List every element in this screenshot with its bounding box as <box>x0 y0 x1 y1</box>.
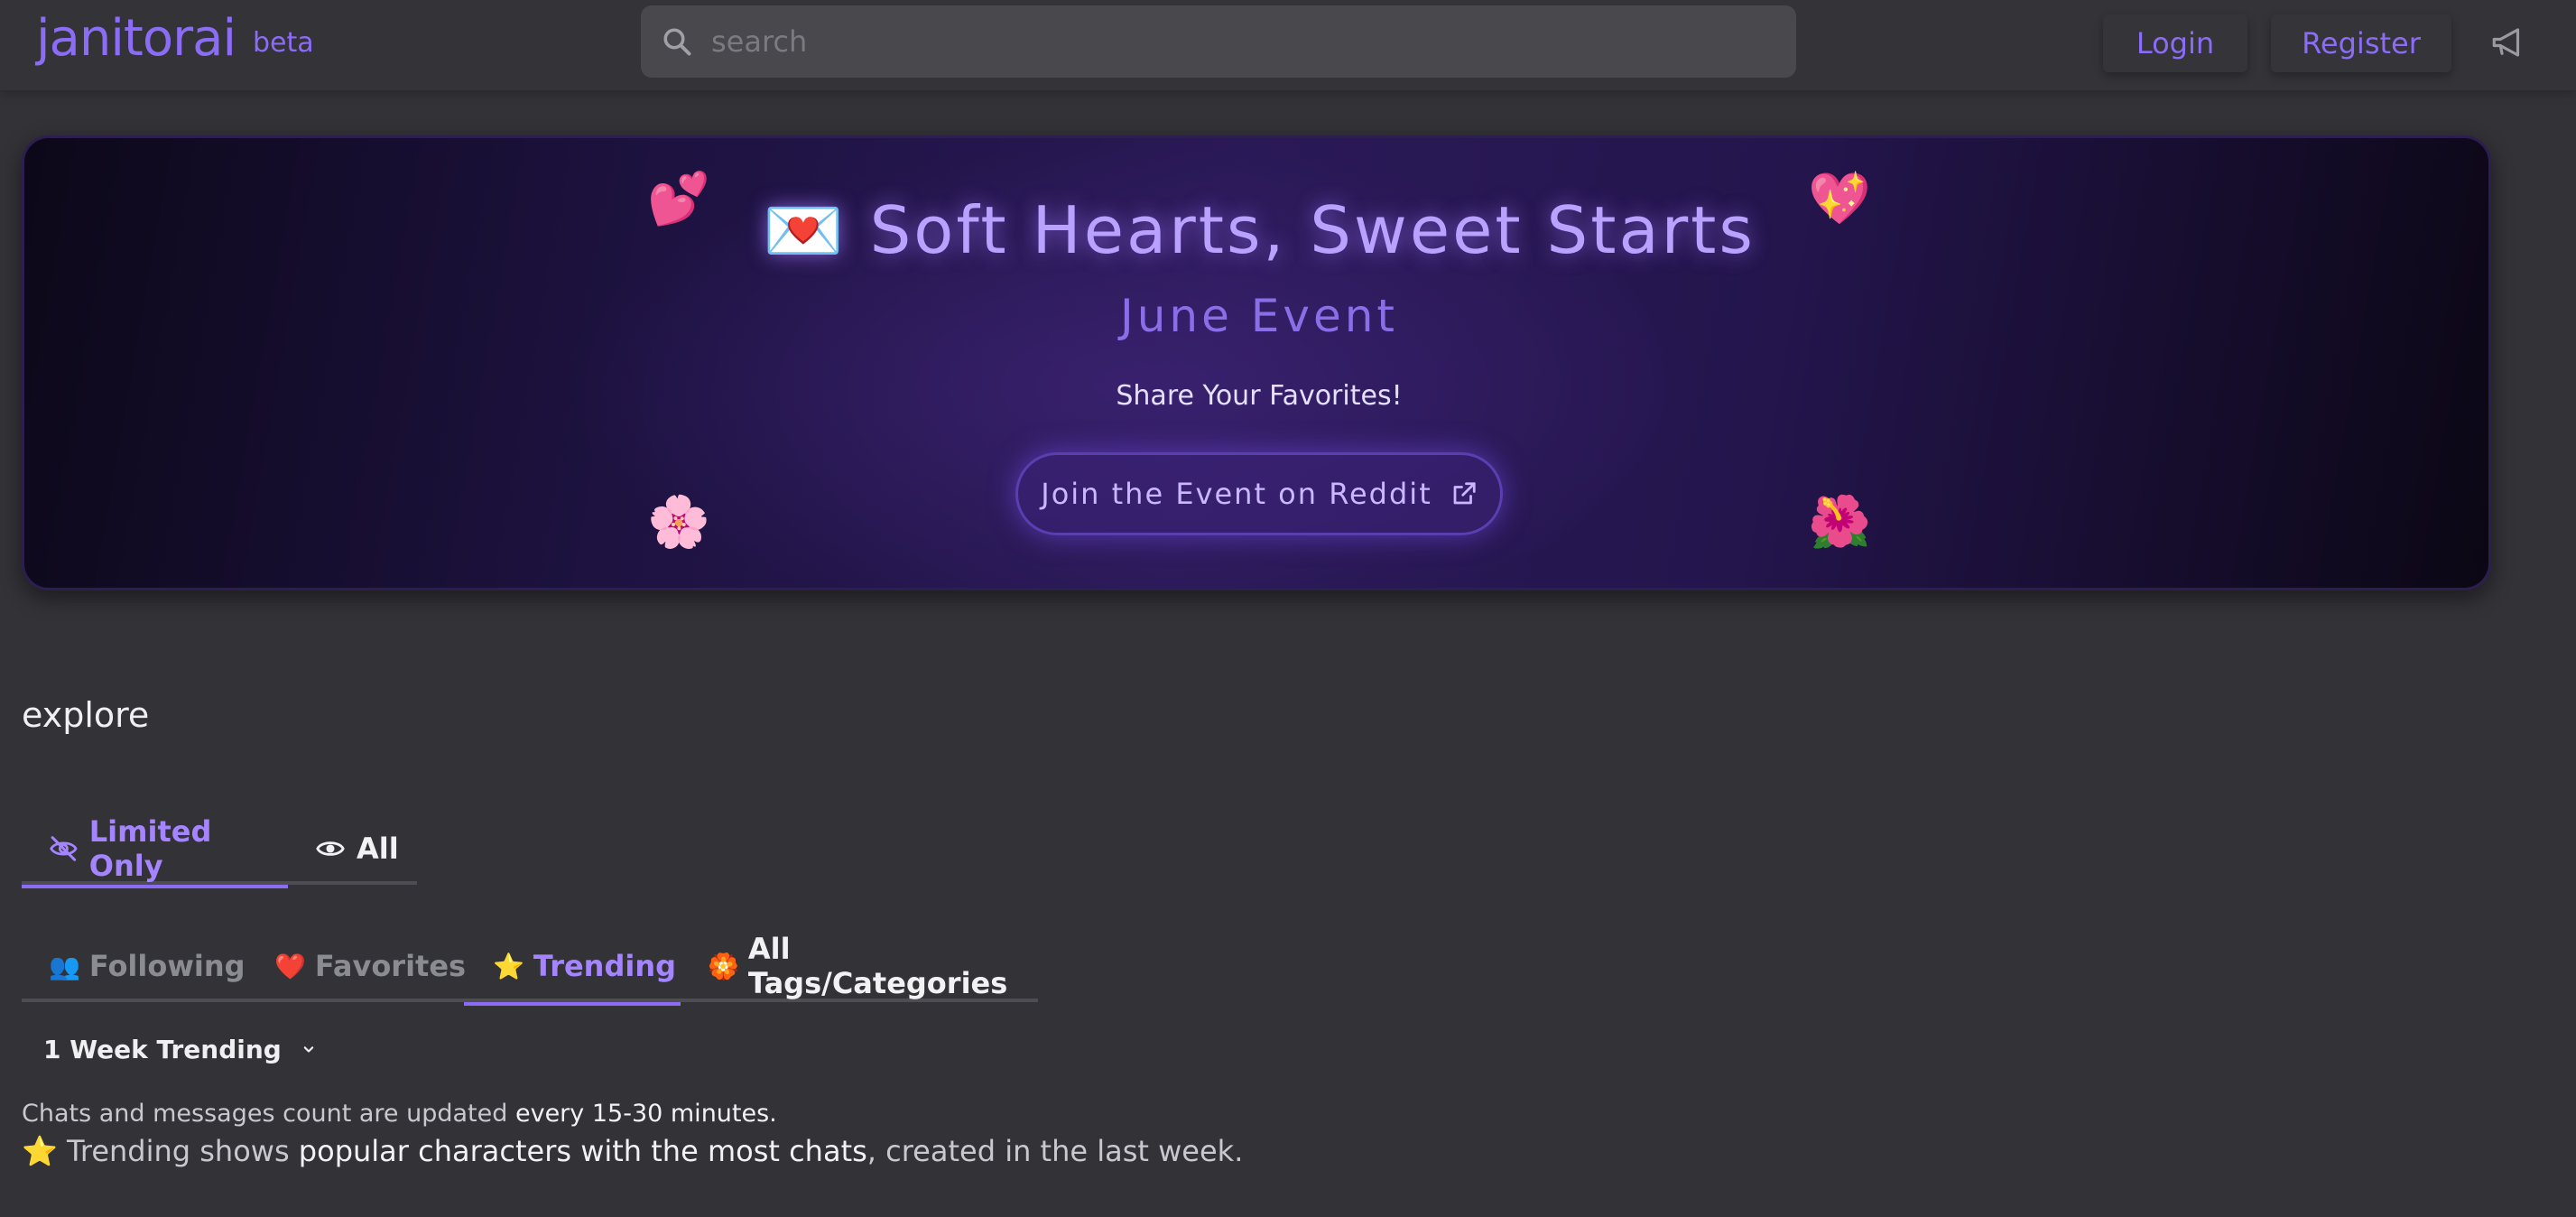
update-frequency-note: Chats and messages count are updated eve… <box>22 1100 777 1128</box>
eye-slash-icon <box>50 836 78 861</box>
visibility-tabs: Limited Only All <box>22 813 417 888</box>
trending-period-select[interactable]: 1 Week Trending <box>43 1029 318 1069</box>
explore-heading: explore <box>22 695 150 735</box>
tab-following[interactable]: 👥 Following <box>49 930 246 1002</box>
tab-limited-only-label: Limited Only <box>88 814 212 883</box>
rosette-icon: 🏵️ <box>708 951 739 981</box>
trending-desc-highlight: popular characters with the most chats <box>298 1134 867 1168</box>
star-icon: ⭐ <box>493 951 524 981</box>
tab-trending-label: Trending <box>533 949 677 983</box>
tab-following-label: Following <box>88 949 246 983</box>
join-event-button[interactable]: Join the Event on Reddit <box>1015 452 1503 535</box>
join-event-label: Join the Event on Reddit <box>1041 477 1432 511</box>
heart-icon: ❤️ <box>274 951 306 981</box>
banner-title: 💌 Soft Hearts, Sweet Starts <box>763 192 1756 268</box>
people-icon: 👥 <box>49 951 80 981</box>
tab-limited-only[interactable]: Limited Only <box>22 813 288 888</box>
eye-icon <box>316 841 345 856</box>
update-note-text: Chats and messages count are updated <box>22 1100 515 1128</box>
top-nav: janitorai beta Login Register <box>0 0 2576 90</box>
chevron-down-icon <box>303 1046 314 1053</box>
login-button[interactable]: Login <box>2103 14 2247 72</box>
tab-all-label: All <box>357 831 399 866</box>
trending-desc-suffix: , created in the last week. <box>866 1134 1244 1168</box>
beta-label: beta <box>253 27 314 59</box>
banner-share-text: Share Your Favorites! <box>1116 380 1403 412</box>
megaphone-icon[interactable] <box>2489 23 2527 61</box>
tab-all-tags-label: All Tags/Categories <box>747 932 1008 1000</box>
external-link-icon <box>1453 482 1476 505</box>
cherry-blossom-emoji: 🌸 <box>647 493 710 552</box>
tab-trending[interactable]: ⭐ Trending <box>464 930 681 1006</box>
update-note-highlight: every 15-30 minutes. <box>514 1100 777 1128</box>
feed-tabs: 👥 Following ❤️ Favorites ⭐ Trending 🏵️ A… <box>22 930 1038 1006</box>
logo[interactable]: janitorai <box>36 9 236 68</box>
tab-all[interactable]: All <box>315 813 417 885</box>
hibiscus-emoji: 🌺 <box>1808 493 1871 552</box>
trending-period-value: 1 Week Trending <box>43 1034 282 1064</box>
banner-subtitle: June Event <box>1119 290 1399 342</box>
search-bar[interactable] <box>641 5 1796 78</box>
register-button[interactable]: Register <box>2271 14 2451 72</box>
trending-desc-prefix: ⭐ Trending shows <box>22 1134 299 1168</box>
tab-favorites[interactable]: ❤️ Favorites <box>274 930 466 1002</box>
event-banner: 💕 💖 🌸 🌺 💌 Soft Hearts, Sweet Starts June… <box>22 135 2491 590</box>
trending-description: ⭐ Trending shows popular characters with… <box>22 1134 1243 1168</box>
tab-favorites-label: Favorites <box>314 949 467 983</box>
search-icon <box>663 28 691 56</box>
tab-all-tags[interactable]: 🏵️ All Tags/Categories <box>708 930 1038 1002</box>
search-input[interactable] <box>711 5 1776 78</box>
